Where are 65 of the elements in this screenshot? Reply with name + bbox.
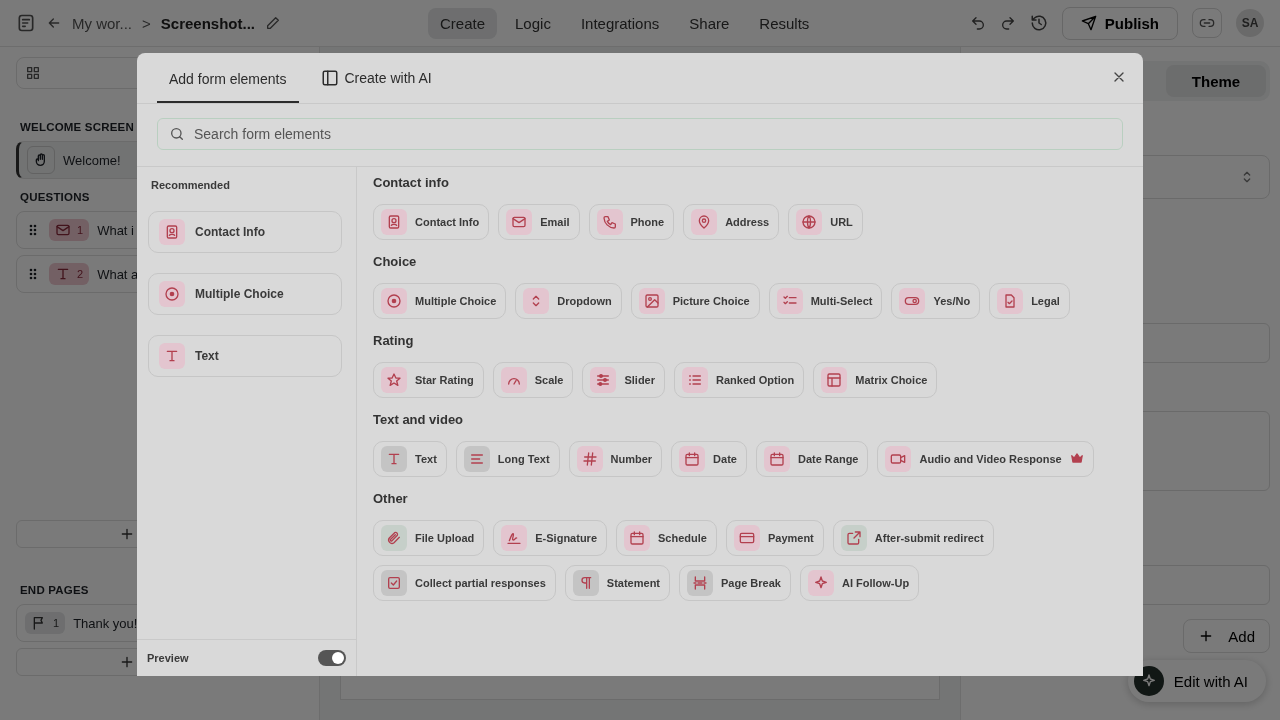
element-chip[interactable]: Yes/No [891, 283, 981, 319]
element-chip[interactable]: Payment [725, 520, 824, 556]
question-badge: 1 [49, 219, 90, 241]
element-chip[interactable]: Star Rating [373, 362, 484, 398]
publish-button[interactable]: Publish [1061, 6, 1178, 40]
category-header: Rating [373, 333, 415, 348]
element-chip[interactable]: Date [671, 441, 747, 477]
element-chip[interactable]: Ranked Option [674, 362, 805, 398]
category-header: Choice [373, 254, 418, 269]
search-field[interactable]: Search form elements [157, 118, 1123, 150]
category-header: Text and video [373, 412, 465, 427]
element-chip[interactable]: Page Break [679, 565, 791, 601]
breadcrumb-separator: > [142, 14, 151, 32]
recommended-header: Recommended [151, 179, 231, 191]
element-chip[interactable]: Date Range [755, 441, 869, 477]
section-header: QUESTIONS [20, 191, 90, 203]
element-chip[interactable]: Scale [492, 362, 574, 398]
element-chip[interactable]: Schedule [616, 520, 717, 556]
section-header: WELCOME SCREEN [20, 121, 134, 133]
element-chip[interactable]: Long Text [455, 441, 560, 477]
dialog-tab[interactable]: Add form elements [157, 71, 299, 103]
element-chip[interactable]: Number [568, 441, 663, 477]
dialog-tab[interactable]: Create with AI [308, 69, 444, 103]
element-chip[interactable]: URL [788, 204, 863, 240]
element-chip[interactable]: Dropdown [515, 283, 622, 319]
element-chip[interactable]: Contact Info [373, 204, 490, 240]
item-label: Thank you! [73, 615, 138, 631]
category-header: Other [373, 491, 409, 506]
breadcrumb-link[interactable]: My wor... [72, 14, 132, 32]
element-chip[interactable]: Collect partial responses [373, 565, 556, 601]
form-title: Screenshot... [160, 14, 255, 32]
element-chip[interactable]: AI Follow-Up [799, 565, 920, 601]
element-chip[interactable]: Email [498, 204, 580, 240]
element-chip[interactable]: Statement [564, 565, 670, 601]
element-chip[interactable]: Matrix Choice [813, 362, 938, 398]
element-chip[interactable]: After-submit redirect [832, 520, 994, 556]
element-chip[interactable]: Slider [582, 362, 665, 398]
end-page-badge: 1 [25, 612, 66, 634]
element-chip[interactable]: Multiple Choice [373, 283, 507, 319]
add-media-button[interactable]: Add [1183, 619, 1270, 653]
element-chip[interactable]: Text [373, 441, 447, 477]
category-header: Contact info [373, 175, 450, 190]
preview-label: Preview [147, 652, 189, 664]
nav-tab[interactable]: Share [677, 7, 742, 39]
element-chip[interactable]: Audio and Video Response [877, 441, 1094, 477]
element-chip[interactable]: Legal [989, 283, 1070, 319]
nav-tab[interactable]: Logic [503, 7, 563, 39]
nav-tab[interactable]: Results [747, 7, 822, 39]
recommended-element[interactable]: Text [148, 335, 342, 377]
element-chip[interactable]: Picture Choice [630, 283, 760, 319]
edit-with-ai-button[interactable]: Edit with AI [1127, 660, 1266, 702]
item-label: What i [97, 222, 134, 238]
recommended-element[interactable]: Contact Info [148, 211, 342, 253]
item-label: Welcome! [63, 152, 121, 168]
element-chip[interactable]: File Upload [373, 520, 485, 556]
element-chip[interactable]: Address [683, 204, 780, 240]
theme-tab[interactable]: Theme [1166, 65, 1266, 97]
nav-tab[interactable]: Create [428, 7, 498, 39]
element-chip[interactable]: Phone [588, 204, 675, 240]
recommended-element[interactable]: Multiple Choice [148, 273, 342, 315]
element-chip[interactable]: Multi-Select [768, 283, 883, 319]
section-header: END PAGES [20, 584, 89, 596]
element-chip[interactable]: E-Signature [493, 520, 607, 556]
nav-tab[interactable]: Integrations [568, 7, 672, 39]
question-badge: 2 [49, 263, 90, 285]
